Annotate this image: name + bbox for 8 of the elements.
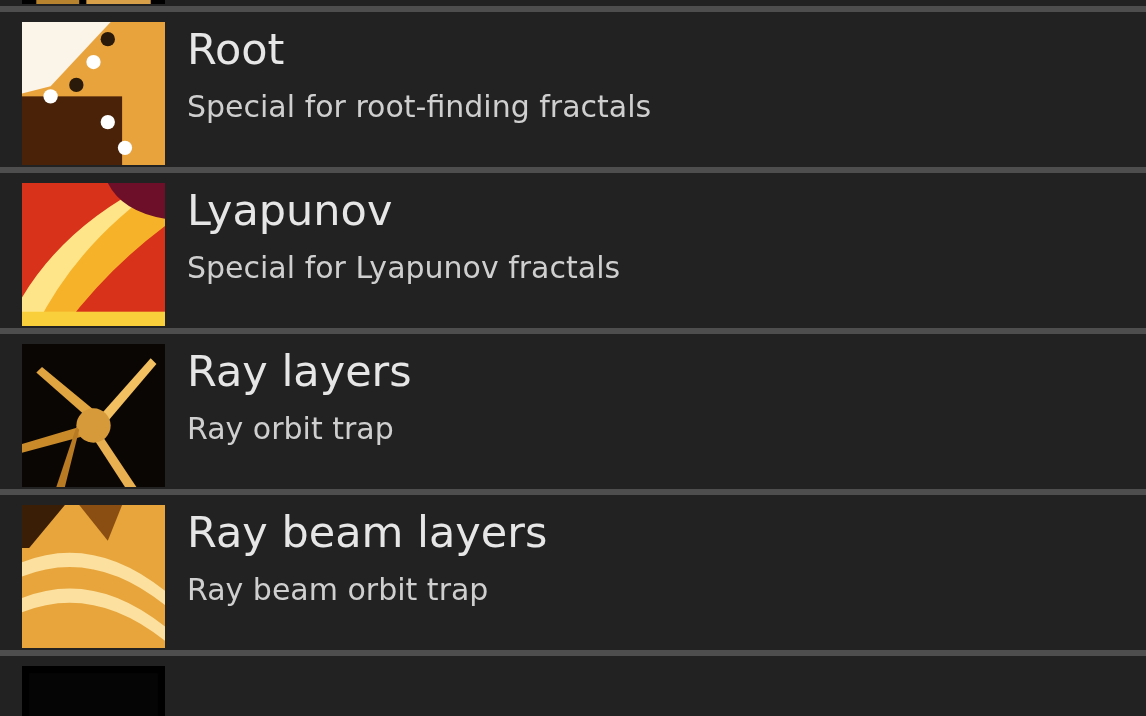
item-subtitle: Special for Lyapunov fractals — [187, 250, 621, 287]
item-title: Ray layers — [187, 348, 412, 396]
item-title: Ray beam layers — [187, 509, 548, 557]
item-subtitle: Special for root-finding fractals — [187, 89, 652, 126]
item-subtitle: Ray beam orbit trap — [187, 572, 490, 609]
item-title: Root — [187, 26, 286, 74]
item-title: Lyapunov — [187, 187, 394, 235]
item-subtitle: Ray orbit trap — [187, 411, 395, 448]
